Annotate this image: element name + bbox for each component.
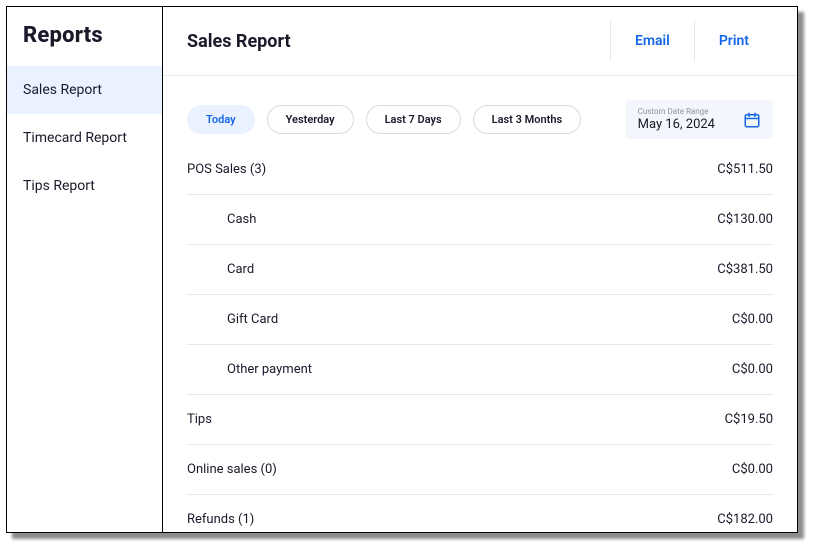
print-button[interactable]: Print [694, 21, 773, 61]
custom-date-value: May 16, 2024 [638, 117, 715, 133]
row-online-sales: Online sales (0) C$0.00 [187, 445, 773, 495]
row-pos-sales: POS Sales (3) C$511.50 [187, 145, 773, 195]
row-label: POS Sales (3) [187, 162, 266, 177]
row-amount: C$130.00 [717, 212, 773, 227]
row-refunds: Refunds (1) C$182.00 [187, 495, 773, 532]
page-title: Sales Report [187, 31, 610, 52]
row-amount: C$511.50 [717, 162, 773, 177]
header-actions: Email Print [610, 21, 773, 61]
row-cash: Cash C$130.00 [187, 195, 773, 245]
row-label: Online sales (0) [187, 462, 277, 477]
row-label: Tips [187, 412, 212, 427]
row-other-payment: Other payment C$0.00 [187, 345, 773, 395]
row-label: Card [227, 262, 254, 277]
sidebar-item-label: Sales Report [23, 82, 102, 98]
row-amount: C$381.50 [717, 262, 773, 277]
row-amount: C$0.00 [732, 312, 773, 327]
sidebar-item-label: Tips Report [23, 178, 95, 194]
email-button[interactable]: Email [610, 21, 694, 61]
row-card: Card C$381.50 [187, 245, 773, 295]
row-label: Other payment [227, 362, 312, 377]
filter-row: Today Yesterday Last 7 Days Last 3 Month… [163, 76, 797, 145]
sidebar-item-tips-report[interactable]: Tips Report [7, 162, 162, 210]
custom-date-meta: Custom Date Range May 16, 2024 [638, 107, 715, 132]
header: Sales Report Email Print [163, 7, 797, 76]
filter-last-7-days[interactable]: Last 7 Days [366, 105, 461, 134]
sidebar-title: Reports [7, 7, 162, 66]
row-amount: C$0.00 [732, 462, 773, 477]
row-amount: C$182.00 [717, 512, 773, 527]
filter-yesterday[interactable]: Yesterday [267, 105, 354, 134]
calendar-icon [743, 111, 761, 129]
filter-last-3-months[interactable]: Last 3 Months [473, 105, 581, 134]
row-amount: C$0.00 [732, 362, 773, 377]
sidebar-item-timecard-report[interactable]: Timecard Report [7, 114, 162, 162]
sidebar-item-sales-report[interactable]: Sales Report [7, 66, 162, 114]
app-window: Reports Sales Report Timecard Report Tip… [6, 6, 798, 533]
custom-date-picker[interactable]: Custom Date Range May 16, 2024 [626, 100, 773, 139]
row-tips: Tips C$19.50 [187, 395, 773, 445]
filter-today[interactable]: Today [187, 105, 255, 134]
row-label: Cash [227, 212, 256, 227]
report-body: POS Sales (3) C$511.50 Cash C$130.00 Car… [163, 145, 797, 532]
sidebar: Reports Sales Report Timecard Report Tip… [7, 7, 163, 532]
custom-date-label: Custom Date Range [638, 107, 715, 117]
row-amount: C$19.50 [725, 412, 773, 427]
main-content: Sales Report Email Print Today Yesterday… [163, 7, 797, 532]
row-gift-card: Gift Card C$0.00 [187, 295, 773, 345]
row-label: Gift Card [227, 312, 278, 327]
row-label: Refunds (1) [187, 512, 254, 527]
sidebar-item-label: Timecard Report [23, 130, 127, 146]
